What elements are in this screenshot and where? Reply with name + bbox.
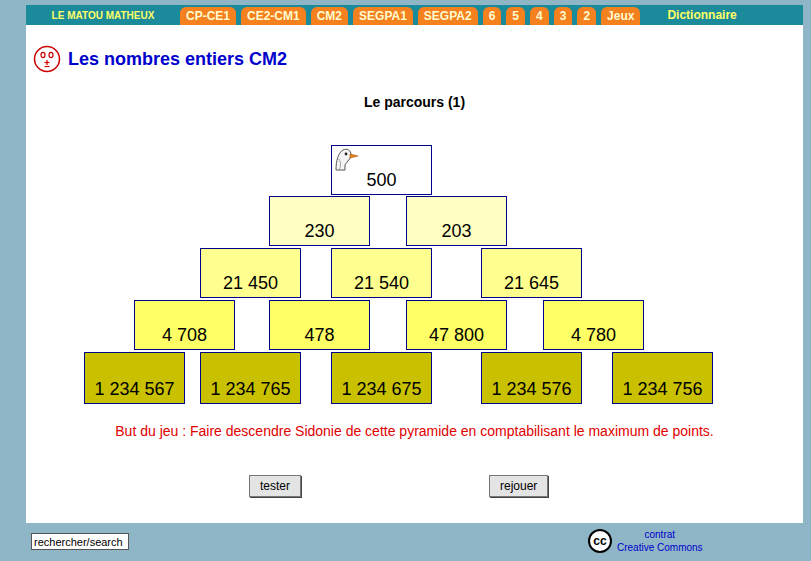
nav-tab[interactable]: 4 bbox=[530, 7, 549, 25]
goose-icon bbox=[333, 147, 359, 171]
nav-tab[interactable]: SEGPA2 bbox=[418, 7, 478, 25]
game-goal: But du jeu : Faire descendre Sidonie de … bbox=[26, 421, 803, 441]
nav-tab[interactable]: CM2 bbox=[311, 7, 348, 25]
button-row: tester rejouer bbox=[26, 475, 803, 497]
pyramid-cell[interactable]: 21 450 bbox=[200, 248, 301, 298]
pyramid-board: 500230 203 21 450 21 540 21 645 4 708 478 47 80… bbox=[26, 145, 803, 405]
nav-tab[interactable]: 5 bbox=[506, 7, 525, 25]
pyramid-cell[interactable]: 4 780 bbox=[543, 300, 644, 350]
pyramid-cell[interactable]: 47 800 bbox=[406, 300, 507, 350]
nav-tab[interactable]: 2 bbox=[577, 7, 596, 25]
pyramid-cell[interactable]: 1 234 765 bbox=[200, 352, 301, 404]
nav-tab[interactable]: 3 bbox=[554, 7, 573, 25]
license-text: contratCreative Commons bbox=[617, 528, 703, 554]
nav-tab[interactable]: Jeux bbox=[601, 7, 640, 25]
content-panel: Les nombres entiers CM2 Le parcours (1) 50… bbox=[26, 25, 803, 523]
nav-tab[interactable]: 6 bbox=[483, 7, 502, 25]
footer: cccontratCreative Commons bbox=[26, 523, 803, 559]
cc-icon: cc bbox=[588, 529, 612, 553]
pyramid-cell[interactable]: 1 234 567 bbox=[84, 352, 185, 404]
pyramid-cell[interactable]: 203 bbox=[406, 196, 507, 246]
pyramid-cell[interactable]: 1 234 576 bbox=[481, 352, 582, 404]
pyramid-cell[interactable]: 1 234 675 bbox=[331, 352, 432, 404]
tab-list: CP-CE1 CE2-CM1 CM2 SEGPA1 SEGPA2 65432 Jeux bbox=[180, 7, 640, 25]
nav-tab[interactable]: SEGPA1 bbox=[353, 7, 413, 25]
brand-link[interactable]: LE MATOU MATHEUX bbox=[26, 10, 180, 21]
page: LE MATOU MATHEUXCP-CE1 CE2-CM1 CM2 SEGPA1 SE… bbox=[0, 0, 811, 561]
pyramid-cell[interactable]: 4 708 bbox=[134, 300, 235, 350]
search-input[interactable] bbox=[31, 533, 129, 550]
title-row: Les nombres entiers CM2 bbox=[26, 43, 803, 75]
pyramid-cell[interactable]: 500 bbox=[331, 145, 432, 195]
dictionary-link[interactable]: Dictionnaire bbox=[667, 8, 736, 22]
page-title: Les nombres entiers CM2 bbox=[68, 49, 287, 70]
license-link[interactable]: cccontratCreative Commons bbox=[588, 528, 703, 554]
nav-tab[interactable]: CE2-CM1 bbox=[241, 7, 306, 25]
math-face-icon bbox=[33, 45, 61, 73]
pyramid-cell[interactable]: 21 645 bbox=[481, 248, 582, 298]
exercise-title: Le parcours (1) bbox=[26, 93, 803, 111]
nav-tab[interactable]: CP-CE1 bbox=[180, 7, 236, 25]
action-button[interactable]: rejouer bbox=[489, 475, 548, 497]
action-button[interactable]: tester bbox=[249, 475, 301, 497]
nav-bar: LE MATOU MATHEUXCP-CE1 CE2-CM1 CM2 SEGPA1 SE… bbox=[26, 5, 803, 25]
pyramid-cell[interactable]: 230 bbox=[269, 196, 370, 246]
pyramid-cell[interactable]: 1 234 756 bbox=[612, 352, 713, 404]
pyramid-cell[interactable]: 478 bbox=[269, 300, 370, 350]
pyramid-cell[interactable]: 21 540 bbox=[331, 248, 432, 298]
